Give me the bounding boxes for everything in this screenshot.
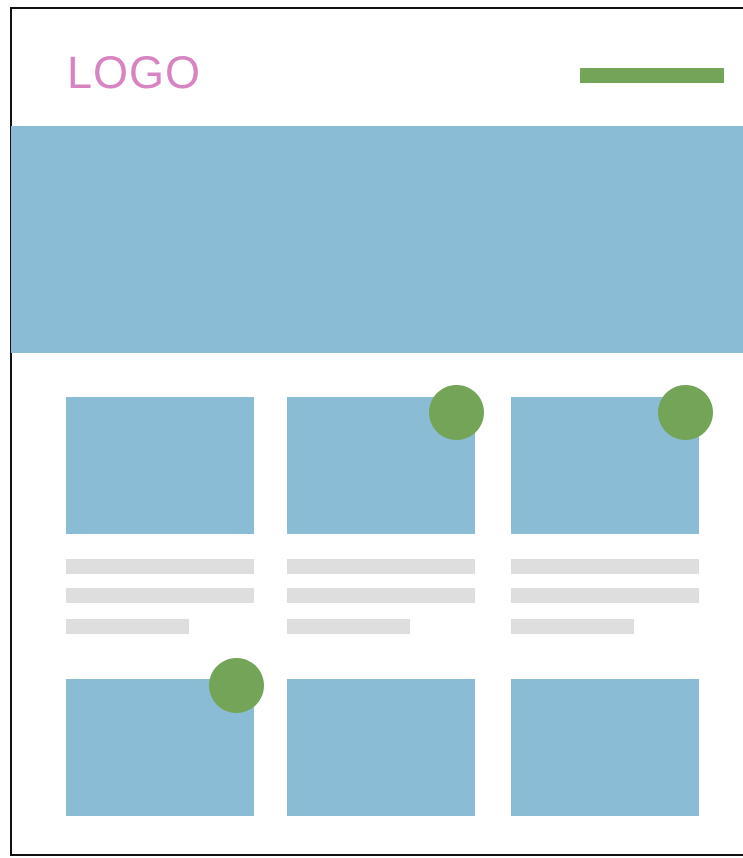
card-3-text-line-3 bbox=[511, 619, 634, 634]
card-2-text-line-3 bbox=[287, 619, 410, 634]
card-1-text-line-2 bbox=[66, 588, 254, 603]
card-image-1[interactable] bbox=[66, 397, 254, 534]
card-1-text-line-3 bbox=[66, 619, 189, 634]
card-2-badge[interactable] bbox=[429, 385, 484, 440]
card-4-badge[interactable] bbox=[209, 658, 264, 713]
card-image-5[interactable] bbox=[287, 679, 475, 816]
hero-banner bbox=[11, 126, 743, 353]
card-2-text-line-1 bbox=[287, 559, 475, 574]
card-3-badge[interactable] bbox=[658, 385, 713, 440]
logo[interactable]: LOGO bbox=[67, 50, 201, 95]
card-image-6[interactable] bbox=[511, 679, 699, 816]
card-3-text-line-1 bbox=[511, 559, 699, 574]
card-3-text-line-2 bbox=[511, 588, 699, 603]
nav-menu-bar[interactable] bbox=[580, 68, 724, 83]
card-2-text-line-2 bbox=[287, 588, 475, 603]
card-1-text-line-1 bbox=[66, 559, 254, 574]
